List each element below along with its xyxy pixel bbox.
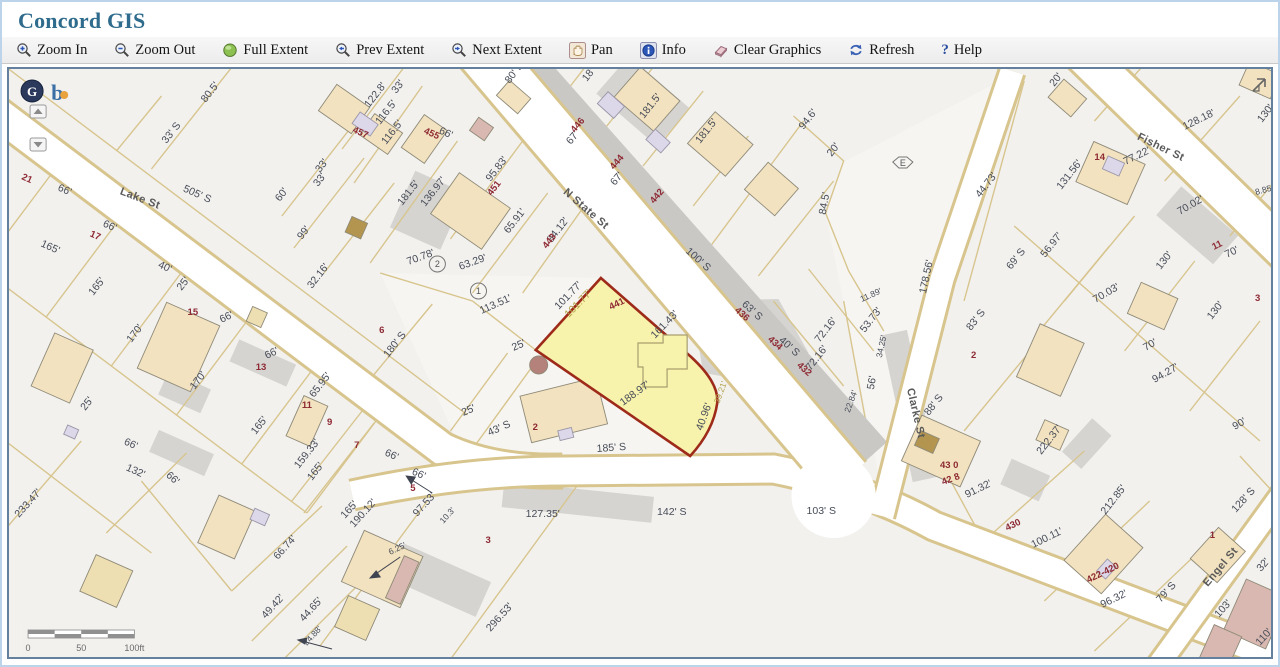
refresh-icon	[848, 42, 864, 58]
refresh-button[interactable]: Refresh	[848, 42, 914, 59]
prev-extent-button[interactable]: Prev Extent	[335, 42, 424, 59]
zoom-in-button[interactable]: Zoom In	[16, 42, 87, 59]
eraser-icon	[713, 42, 729, 58]
city-badge-letter: E	[900, 158, 906, 168]
info-icon	[640, 42, 657, 59]
toolbar-label: Pan	[591, 42, 613, 59]
app-header: Concord GIS	[2, 2, 1278, 36]
help-button[interactable]: ? Help	[941, 42, 982, 59]
clear-graphics-button[interactable]: Clear Graphics	[713, 42, 821, 59]
magnifier-prev-icon	[335, 42, 351, 58]
toolbar-label: Prev Extent	[356, 42, 424, 59]
google-maps-glyph: G	[27, 84, 37, 99]
map-canvas[interactable]: Lake StN State StFisher StClarke StEngel…	[9, 69, 1271, 657]
zoom-out-icon	[114, 42, 130, 58]
pan-button[interactable]: Pan	[569, 42, 613, 59]
next-extent-button[interactable]: Next Extent	[451, 42, 542, 59]
toolbar-label: Zoom In	[37, 42, 87, 59]
scale-bar: 0 50 100ft	[21, 623, 147, 657]
scale-tick-50: 50	[76, 643, 86, 653]
toolbar-label: Refresh	[869, 42, 914, 59]
page-title: Concord GIS	[18, 8, 146, 33]
toolbar-label: Clear Graphics	[734, 42, 821, 59]
scale-tick-0: 0	[26, 643, 31, 653]
scale-tick-100: 100ft	[124, 643, 145, 653]
app-window: Concord GIS Zoom In Zoom Out Full Extent…	[0, 0, 1280, 667]
hand-icon	[569, 42, 586, 59]
info-button[interactable]: Info	[640, 42, 686, 59]
toolbar-label: Full Extent	[243, 42, 308, 59]
full-extent-button[interactable]: Full Extent	[222, 42, 308, 59]
zoom-out-button[interactable]: Zoom Out	[114, 42, 195, 59]
toolbar-label: Help	[954, 42, 982, 59]
toolbar-label: Next Extent	[472, 42, 542, 59]
magnifier-next-icon	[451, 42, 467, 58]
toolbar-label: Info	[662, 42, 686, 59]
toolbar: Zoom In Zoom Out Full Extent Prev Extent…	[2, 36, 1278, 64]
map-viewport[interactable]: Lake StN State StFisher StClarke StEngel…	[7, 67, 1273, 659]
bing-maps-dot	[60, 91, 68, 99]
zoom-in-icon	[16, 42, 32, 58]
toolbar-label: Zoom Out	[135, 42, 195, 59]
globe-icon	[222, 42, 238, 58]
question-icon: ?	[941, 42, 949, 59]
